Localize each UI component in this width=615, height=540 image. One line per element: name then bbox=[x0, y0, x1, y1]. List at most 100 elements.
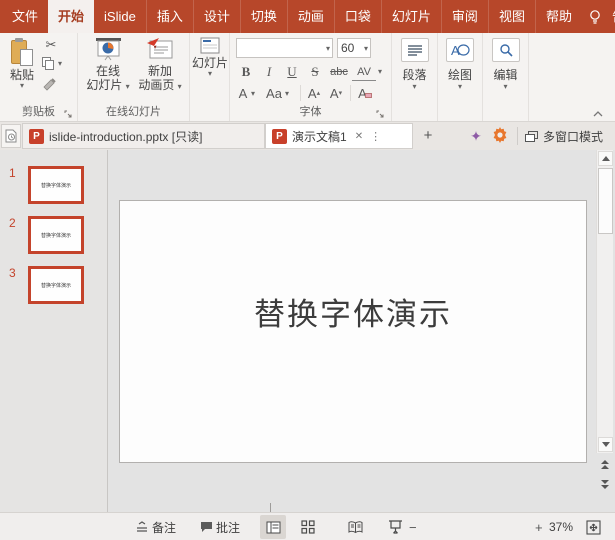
slide-thumbnail-3[interactable]: 3 替换字体演示 bbox=[0, 266, 108, 306]
slide-number: 3 bbox=[9, 266, 16, 280]
menu-tab-transitions[interactable]: 切换 bbox=[240, 0, 287, 33]
slide-number: 1 bbox=[9, 166, 16, 180]
ribbon: 粘贴 ▾ ✂ ▾ 剪贴板 bbox=[0, 33, 615, 122]
cut-button[interactable]: ✂ bbox=[42, 37, 60, 53]
new-animation-page-icon bbox=[146, 37, 174, 61]
document-tab-presentation1[interactable]: P 演示文稿1 ✕ ⋮ bbox=[265, 123, 413, 149]
document-tab-title: 演示文稿1 bbox=[292, 128, 347, 145]
font-dialog-launcher[interactable] bbox=[376, 108, 385, 117]
new-animation-page-button[interactable]: 新加 动画页 ▾ bbox=[134, 37, 186, 92]
italic-button[interactable]: I bbox=[259, 63, 279, 81]
slide-canvas[interactable]: 替换字体演示 bbox=[119, 200, 587, 463]
fit-slide-to-window-button[interactable] bbox=[584, 513, 602, 540]
font-size-combobox[interactable]: 60 ▾ bbox=[337, 38, 371, 58]
normal-view-button[interactable] bbox=[260, 515, 286, 539]
bold-button[interactable]: B bbox=[236, 63, 256, 81]
drawing-button[interactable]: A 绘图 ▾ bbox=[442, 38, 478, 91]
reading-view-button[interactable] bbox=[346, 513, 364, 540]
editing-button[interactable]: 编辑 ▾ bbox=[488, 38, 524, 91]
zoom-in-button[interactable]: + bbox=[535, 513, 543, 540]
text-shadow-button[interactable]: abc bbox=[326, 63, 352, 81]
scrollbar-thumb[interactable] bbox=[598, 168, 613, 234]
paste-clipboard-icon bbox=[11, 39, 33, 66]
character-spacing-button[interactable]: AV bbox=[352, 63, 376, 81]
slide-thumbnail-image[interactable]: 替换字体演示 bbox=[28, 166, 84, 204]
font-separator bbox=[350, 85, 351, 101]
editing-label: 编辑 bbox=[488, 66, 524, 83]
clear-formatting-button[interactable]: A bbox=[356, 85, 374, 103]
dropdown-arrow-icon: ▾ bbox=[442, 83, 478, 91]
online-slides-icon bbox=[95, 37, 122, 61]
multi-window-mode-button[interactable]: 多窗口模式 bbox=[525, 124, 603, 148]
new-slide-button[interactable]: 幻灯片 ▾ bbox=[192, 37, 228, 78]
notes-button[interactable]: 备注 bbox=[152, 513, 176, 540]
comments-button[interactable]: 批注 bbox=[216, 513, 240, 540]
slide-title-text[interactable]: 替换字体演示 bbox=[120, 289, 586, 334]
close-tab-icon[interactable]: ✕ bbox=[355, 131, 363, 142]
menu-tab-file[interactable]: 文件 bbox=[0, 0, 48, 33]
dropdown-arrow-icon: ▾ bbox=[178, 82, 182, 91]
slide-thumbnail-image[interactable]: 替换字体演示 bbox=[28, 266, 84, 304]
document-tab-islide-introduction[interactable]: P islide-introduction.pptx [只读] bbox=[22, 123, 265, 149]
menu-tab-review[interactable]: 审阅 bbox=[441, 0, 488, 33]
online-slides-button[interactable]: 在线 幻灯片 ▾ bbox=[84, 37, 132, 92]
change-case-button[interactable]: Aa bbox=[264, 85, 284, 103]
copy-dropdown-arrow-icon[interactable]: ▾ bbox=[58, 60, 62, 68]
slide-thumbnails-panel: 1 替换字体演示 2 替换字体演示 3 替换字体演示 bbox=[0, 150, 108, 512]
magic-wand-icon[interactable]: ✦ bbox=[466, 126, 486, 146]
menu-tab-pocket[interactable]: 口袋 bbox=[334, 0, 381, 33]
settings-gear-icon[interactable] bbox=[491, 126, 511, 146]
paste-button[interactable]: 粘贴 ▾ bbox=[4, 37, 40, 90]
paragraph-button[interactable]: 段落 ▾ bbox=[397, 38, 433, 91]
font-group-label: 字体 bbox=[230, 103, 391, 119]
copy-button[interactable] bbox=[42, 57, 56, 70]
slide-thumbnail-1[interactable]: 1 替换字体演示 bbox=[0, 166, 108, 206]
paragraph-group: 段落 ▾ bbox=[392, 33, 438, 121]
menu-tab-help[interactable]: 帮助 bbox=[535, 0, 582, 33]
vertical-scrollbar[interactable] bbox=[596, 150, 613, 453]
strikethrough-button[interactable]: S bbox=[305, 63, 325, 81]
zoom-level-value[interactable]: 37% bbox=[549, 513, 573, 540]
menu-tab-islide[interactable]: iSlide bbox=[94, 0, 146, 33]
new-tab-button[interactable]: + bbox=[418, 125, 438, 147]
slide-thumbnail-2[interactable]: 2 替换字体演示 bbox=[0, 216, 108, 256]
grow-font-button[interactable]: A▴ bbox=[306, 85, 322, 103]
shrink-font-button[interactable]: A▾ bbox=[328, 85, 344, 103]
previous-slide-button[interactable] bbox=[598, 458, 611, 471]
editing-group: 编辑 ▾ bbox=[483, 33, 529, 121]
drawing-icon: A bbox=[446, 38, 474, 62]
slideshow-button[interactable] bbox=[386, 513, 404, 540]
menu-tab-slideshow[interactable]: 幻灯片 bbox=[381, 0, 441, 33]
windows-icon bbox=[525, 131, 538, 142]
menu-tab-insert[interactable]: 插入 bbox=[146, 0, 193, 33]
font-color-button[interactable]: A bbox=[236, 85, 250, 103]
format-painter-button[interactable] bbox=[42, 77, 58, 91]
dropdown-arrow-icon[interactable]: ▾ bbox=[378, 68, 382, 76]
tab-more-icon[interactable]: ⋮ bbox=[370, 130, 381, 143]
scroll-up-button[interactable] bbox=[598, 151, 613, 166]
menu-tab-home[interactable]: 开始 bbox=[48, 0, 94, 33]
slideshow-icon bbox=[388, 520, 403, 534]
font-separator bbox=[300, 85, 301, 101]
menu-tab-design[interactable]: 设计 bbox=[193, 0, 240, 33]
font-name-combobox[interactable]: ▾ bbox=[236, 38, 333, 58]
tell-me-button[interactable]: 告诉我 bbox=[608, 0, 615, 33]
menu-tab-view[interactable]: 视图 bbox=[488, 0, 535, 33]
clipboard-dialog-launcher[interactable] bbox=[64, 108, 73, 117]
slide-thumbnail-image[interactable]: 替换字体演示 bbox=[28, 216, 84, 254]
scroll-down-button[interactable] bbox=[598, 437, 613, 452]
dropdown-arrow-icon[interactable]: ▾ bbox=[364, 45, 368, 53]
online-slides-label-2: 幻灯片 ▾ bbox=[84, 78, 132, 92]
slide-sorter-view-button[interactable] bbox=[299, 513, 317, 540]
underline-button[interactable]: U bbox=[282, 63, 302, 81]
dropdown-arrow-icon[interactable]: ▾ bbox=[251, 90, 255, 98]
dropdown-arrow-icon[interactable]: ▾ bbox=[285, 90, 289, 98]
next-slide-button[interactable] bbox=[598, 478, 611, 491]
collapse-ribbon-button[interactable] bbox=[591, 106, 605, 118]
menu-tab-animations[interactable]: 动画 bbox=[287, 0, 334, 33]
dropdown-arrow-icon[interactable]: ▾ bbox=[326, 45, 330, 53]
zoom-out-button[interactable]: − bbox=[409, 513, 417, 540]
notes-splitter-handle[interactable] bbox=[270, 503, 271, 512]
recent-documents-button[interactable] bbox=[1, 124, 21, 148]
paragraph-icon bbox=[401, 38, 429, 62]
